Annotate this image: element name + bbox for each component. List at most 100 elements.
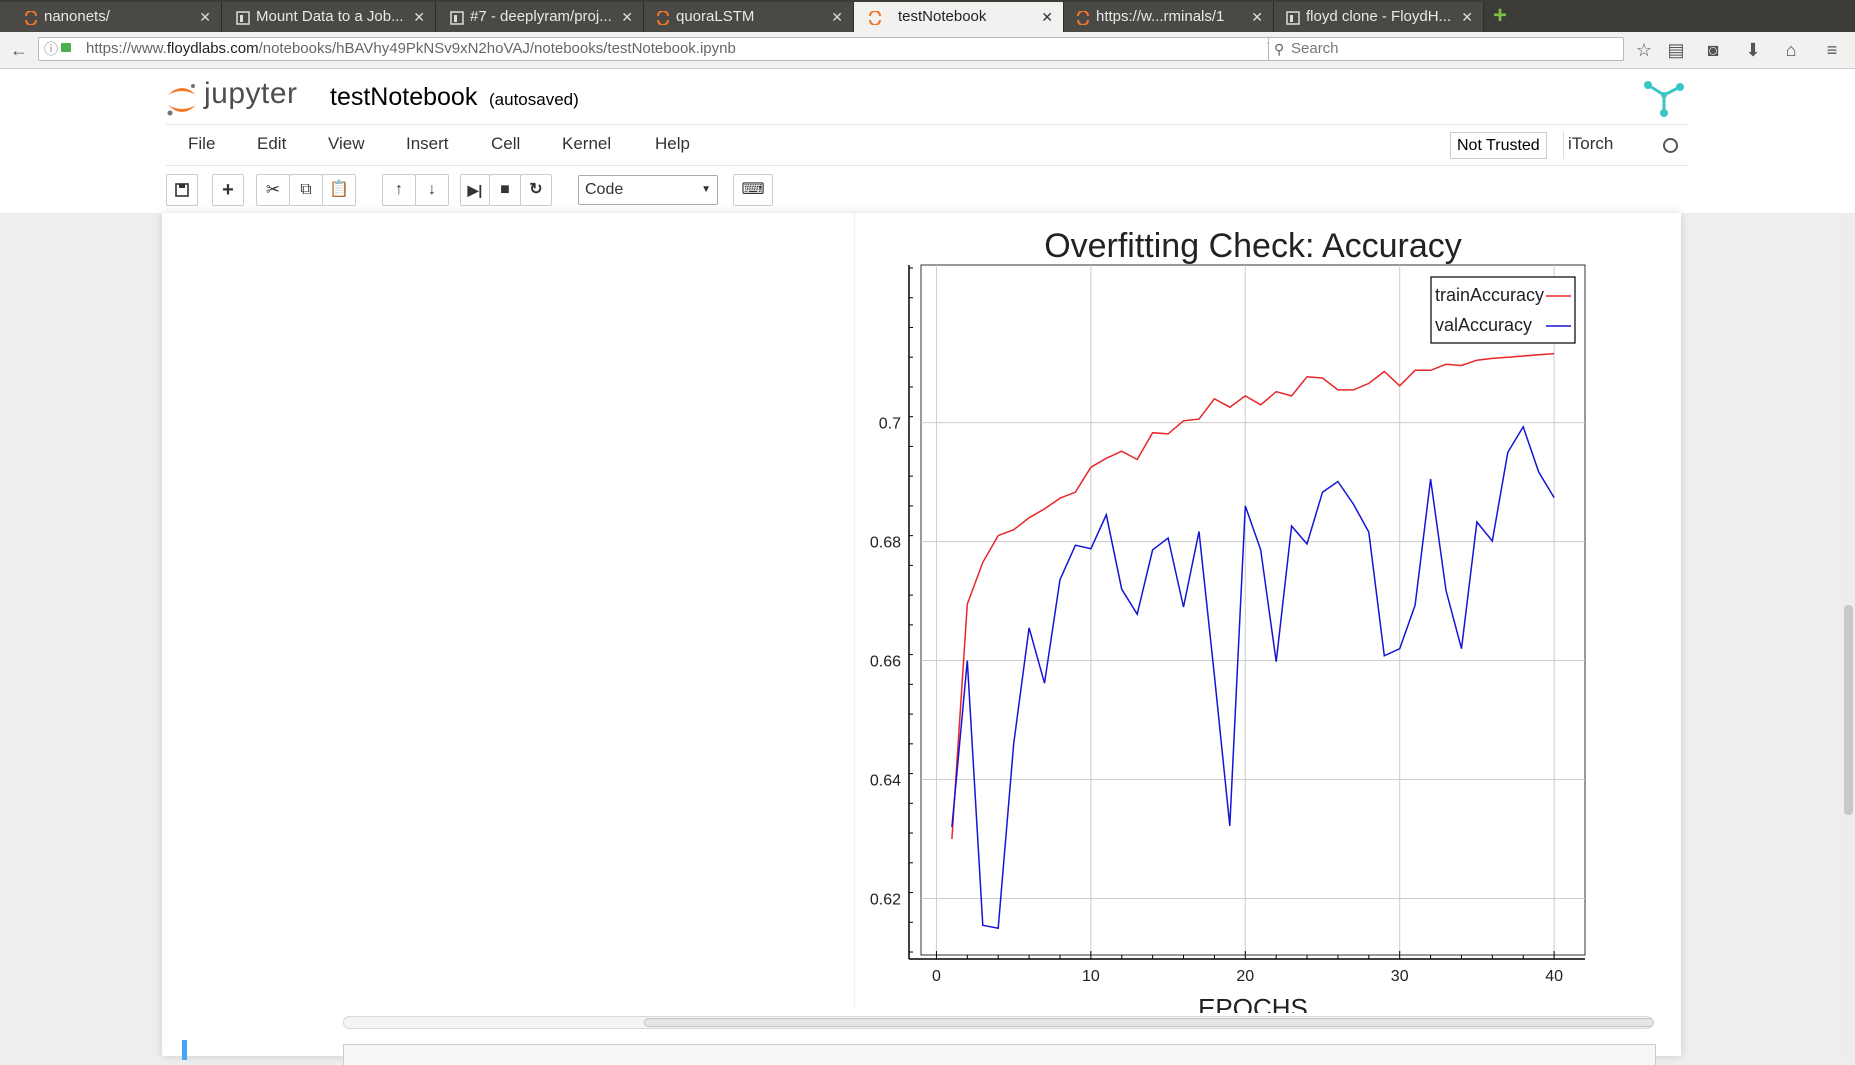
stop-icon[interactable]: ■ [489,174,521,206]
jupyter-logo[interactable]: jupyter [166,77,326,119]
close-icon[interactable]: ✕ [831,2,843,32]
floyd-icon [236,11,250,25]
info-icon[interactable]: ⓘ [44,38,58,60]
hamburger-menu-icon[interactable]: ≡ [1820,38,1844,62]
tab-label: https://w...rminals/1 [1096,8,1225,25]
browser-tab-terminal[interactable]: https://w...rminals/1 ✕ [1064,2,1274,32]
download-icon[interactable]: ⬇ [1741,38,1765,62]
close-icon[interactable]: ✕ [621,2,633,32]
not-trusted-button[interactable]: Not Trusted [1450,132,1547,159]
chart-title: Overfitting Check: Accuracy [1044,227,1462,265]
search-placeholder: Search [1291,40,1339,57]
jupyter-logo-text: jupyter [204,77,298,110]
browser-tab-nanonets[interactable]: nanonets/ ✕ [0,2,222,32]
pocket-icon[interactable]: ◙ [1701,38,1725,62]
menu-cell[interactable]: Cell [491,134,520,154]
floyd-logo-icon[interactable] [1642,79,1686,119]
add-cell-icon[interactable]: + [212,174,244,206]
tab-label: floyd clone - FloydH... [1306,8,1452,25]
x-tick-label: 0 [932,968,941,985]
y-tick-label: 0.68 [870,535,901,552]
reading-list-icon[interactable]: ▤ [1664,38,1688,62]
menu-view[interactable]: View [328,134,365,154]
cell-type-select[interactable]: Code ▼ [578,175,718,205]
page-vertical-scrollbar[interactable] [1842,213,1855,1056]
keyboard-icon[interactable]: ⌨ [733,174,773,206]
search-icon: ⚲ [1274,41,1285,57]
browser-tab-deeplyram[interactable]: #7 - deeplyram/proj... ✕ [436,2,644,32]
browser-tab-testnotebook[interactable]: testNotebook ✕ [854,2,1064,32]
back-icon[interactable]: ← [7,38,31,62]
plot-area [920,264,1586,956]
menu-edit[interactable]: Edit [257,134,286,154]
menu-insert[interactable]: Insert [406,134,449,154]
url-bar[interactable]: ⓘ https://www.floydlabs.com/notebooks/hB… [38,37,1288,61]
output-area-blank [162,213,855,1008]
selected-cell-indicator [182,1040,187,1060]
scrollbar-thumb[interactable] [1844,605,1853,815]
lock-icon [61,43,71,52]
tab-label: #7 - deeplyram/proj... [470,8,612,25]
y-tick-label: 0.64 [870,773,901,790]
browser-tab-floyd-clone[interactable]: floyd clone - FloydH... ✕ [1274,2,1484,32]
x-tick-label: 10 [1082,968,1100,985]
x-tick-label: 20 [1236,968,1254,985]
jupyter-icon [25,11,37,25]
home-icon[interactable]: ⌂ [1779,38,1803,62]
close-icon[interactable]: ✕ [1461,2,1473,32]
chevron-down-icon: ▼ [701,184,711,195]
x-axis-label: EPOCHS [1198,993,1308,1013]
paste-icon[interactable]: 📋 [322,174,356,206]
cell-type-value: Code [585,181,624,198]
bookmark-star-icon[interactable]: ☆ [1632,38,1656,62]
y-tick-label: 0.7 [879,416,901,433]
browser-tab-bar: nanonets/ ✕ Mount Data to a Job... ✕ #7 … [0,0,1855,32]
new-tab-icon[interactable]: + [1493,4,1517,28]
tab-label: Mount Data to a Job... [256,8,404,25]
jupyter-icon [1077,11,1089,25]
browser-nav-bar: ← ⓘ https://www.floydlabs.com/notebooks/… [0,32,1855,69]
floyd-icon [1286,11,1300,25]
browser-tab-mount-data[interactable]: Mount Data to a Job... ✕ [222,2,436,32]
notebook-container: 0 10 20 30 40 0.62 0.64 0.66 0.68 0.7 Overfitting … [162,213,1681,1065]
tab-label: nanonets/ [44,8,110,25]
x-tick-label: 40 [1545,968,1563,985]
search-input[interactable]: ⚲ Search [1268,37,1624,61]
jupyter-logo-icon [167,84,196,116]
tab-label: quoraLSTM [676,8,755,25]
run-cell-icon[interactable]: ▶| [460,174,490,206]
cut-icon[interactable]: ✂ [256,174,290,206]
menu-kernel[interactable]: Kernel [562,134,611,154]
kernel-status-icon [1663,138,1678,153]
accuracy-chart: 0 10 20 30 40 0.62 0.64 0.66 0.68 0.7 Overfitting … [870,227,1586,1013]
floyd-icon [450,11,464,25]
notebook-title[interactable]: testNotebook [330,83,477,112]
jupyter-header: jupyter testNotebook (autosaved) File Ed… [0,69,1855,213]
close-icon[interactable]: ✕ [1041,2,1053,32]
legend-label: valAccuracy [1435,315,1532,335]
save-icon[interactable] [166,174,198,206]
move-up-icon[interactable]: ↑ [382,174,416,206]
output-horizontal-scrollbar[interactable] [343,1016,1654,1029]
scrollbar-thumb[interactable] [644,1018,1654,1027]
jupyter-icon [869,11,881,25]
chart-group: 0 10 20 30 40 0.62 0.64 0.66 0.68 0.7 Overfitting … [870,227,1586,1013]
url-text: https://www.floydlabs.com/notebooks/hBAV… [86,40,736,57]
close-icon[interactable]: ✕ [1251,2,1263,32]
move-down-icon[interactable]: ↓ [415,174,449,206]
y-tick-label: 0.66 [870,654,901,671]
restart-icon[interactable]: ↻ [520,174,552,206]
close-icon[interactable]: ✕ [199,2,211,32]
kernel-name[interactable]: iTorch [1568,134,1613,154]
x-tick-label: 30 [1391,968,1409,985]
next-code-cell[interactable] [343,1044,1656,1065]
legend-label: trainAccuracy [1435,285,1544,305]
autosave-status: (autosaved) [489,90,579,109]
close-icon[interactable]: ✕ [413,2,425,32]
notebook-menu-bar: File Edit View Insert Cell Kernel Help N… [166,124,1688,166]
y-tick-label: 0.62 [870,891,901,908]
menu-help[interactable]: Help [655,134,690,154]
menu-file[interactable]: File [188,134,215,154]
copy-icon[interactable]: ⧉ [289,174,323,206]
browser-tab-quoralstm[interactable]: quoraLSTM ✕ [644,2,854,32]
